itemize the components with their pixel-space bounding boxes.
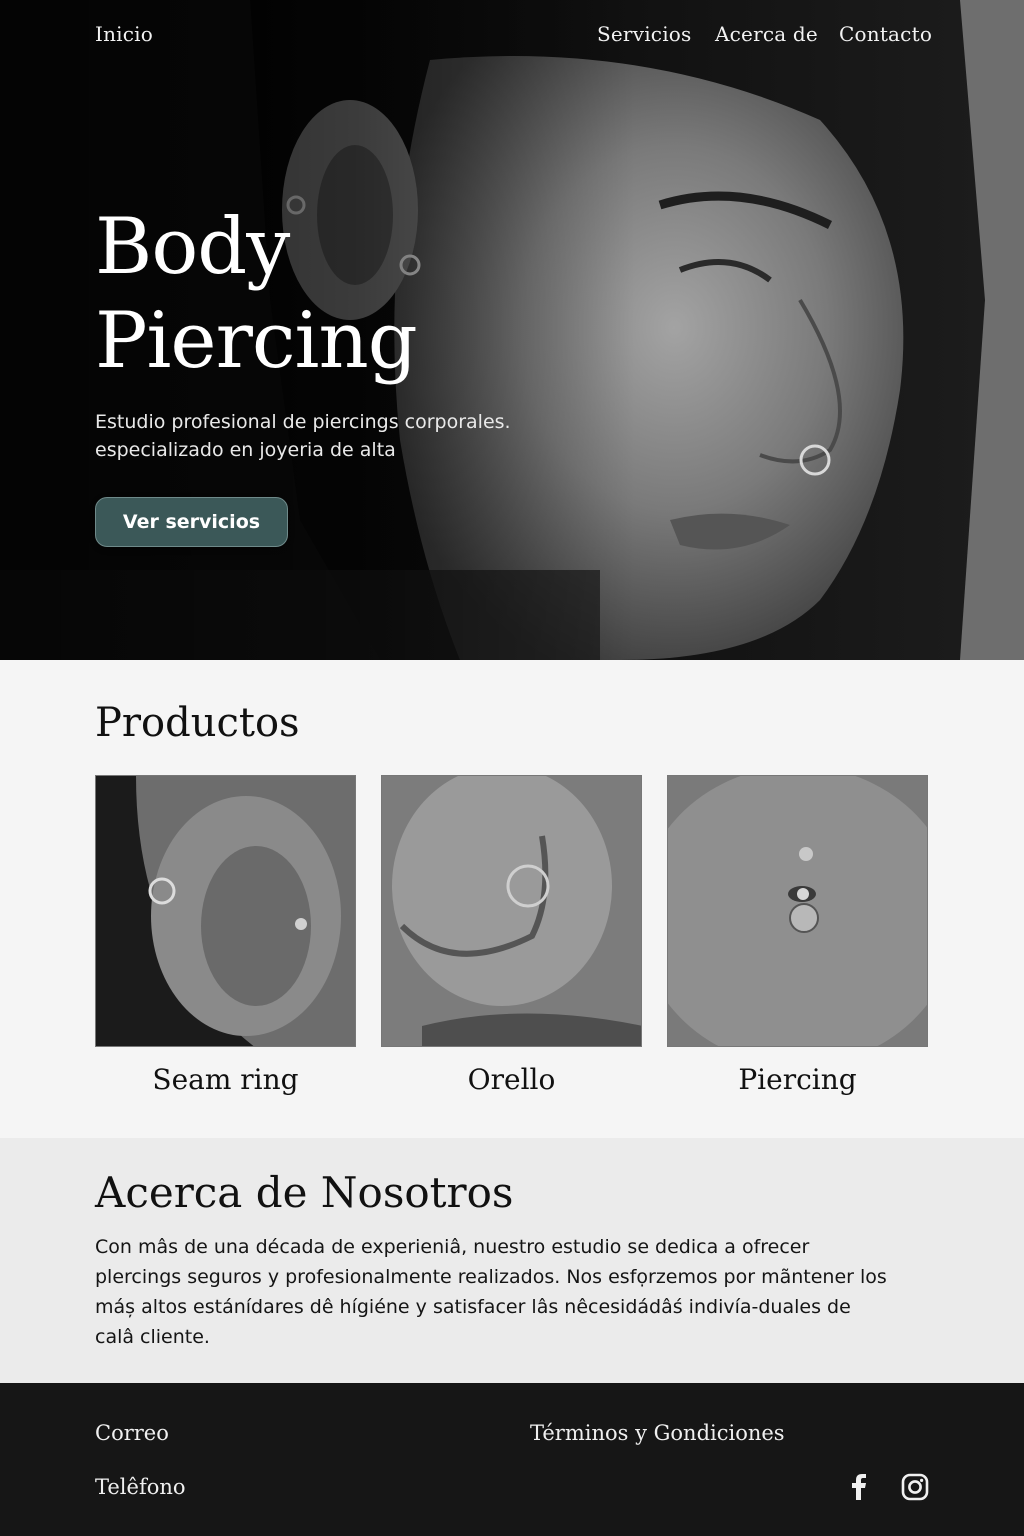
product-label: Seam ring bbox=[152, 1063, 299, 1096]
view-services-button[interactable]: Ver servicios bbox=[95, 497, 288, 547]
hero-subtitle-line2: especializado en joyeria de alta bbox=[95, 439, 396, 461]
about-section: Acerca de Nosotros Con mâs de una década… bbox=[0, 1138, 1024, 1383]
product-label: Orello bbox=[467, 1063, 556, 1096]
hero-title-line1: Body bbox=[95, 202, 290, 292]
about-title: Acerca de Nosotros bbox=[95, 1168, 514, 1217]
product-label: Piercing bbox=[738, 1063, 857, 1096]
product-card[interactable]: Seam ring bbox=[95, 775, 356, 1096]
products-title: Productos bbox=[95, 700, 300, 746]
products-section: Productos Seam ring Orello Piercing bbox=[0, 660, 1024, 1138]
nav-about-link[interactable]: Acerca de bbox=[715, 22, 818, 46]
hero-subtitle: Estudio profesional de piercings corpora… bbox=[95, 408, 555, 464]
about-text: Con mâs de una década de experieniâ, nue… bbox=[95, 1236, 887, 1348]
nav-contact-link[interactable]: Contacto bbox=[839, 22, 932, 46]
top-navigation: Inicio Servicios Acerca de Contacto bbox=[0, 22, 1024, 52]
product-image-ear[interactable] bbox=[95, 775, 356, 1047]
instagram-icon[interactable] bbox=[901, 1473, 929, 1505]
product-image-navel[interactable] bbox=[667, 775, 928, 1047]
hero-section: Inicio Servicios Acerca de Contacto Body… bbox=[0, 0, 1024, 660]
product-card[interactable]: Piercing bbox=[667, 775, 928, 1096]
product-image-nose[interactable] bbox=[381, 775, 642, 1047]
nav-services-link[interactable]: Servicios bbox=[597, 22, 692, 46]
footer-email-link[interactable]: Correo bbox=[95, 1421, 169, 1445]
hero-title-line2: Piercing bbox=[95, 296, 418, 386]
footer-terms-link[interactable]: Términos y Gondiciones bbox=[530, 1421, 785, 1445]
hero-subtitle-line1: Estudio profesional de piercings corpora… bbox=[95, 411, 511, 433]
footer: Correo Telêfono Términos y Gondiciones bbox=[0, 1383, 1024, 1536]
product-card[interactable]: Orello bbox=[381, 775, 642, 1096]
hero-title: Body Piercing bbox=[95, 200, 418, 388]
nav-home-link[interactable]: Inicio bbox=[95, 22, 153, 46]
footer-phone-link[interactable]: Telêfono bbox=[95, 1475, 186, 1499]
facebook-icon[interactable] bbox=[848, 1473, 870, 1505]
